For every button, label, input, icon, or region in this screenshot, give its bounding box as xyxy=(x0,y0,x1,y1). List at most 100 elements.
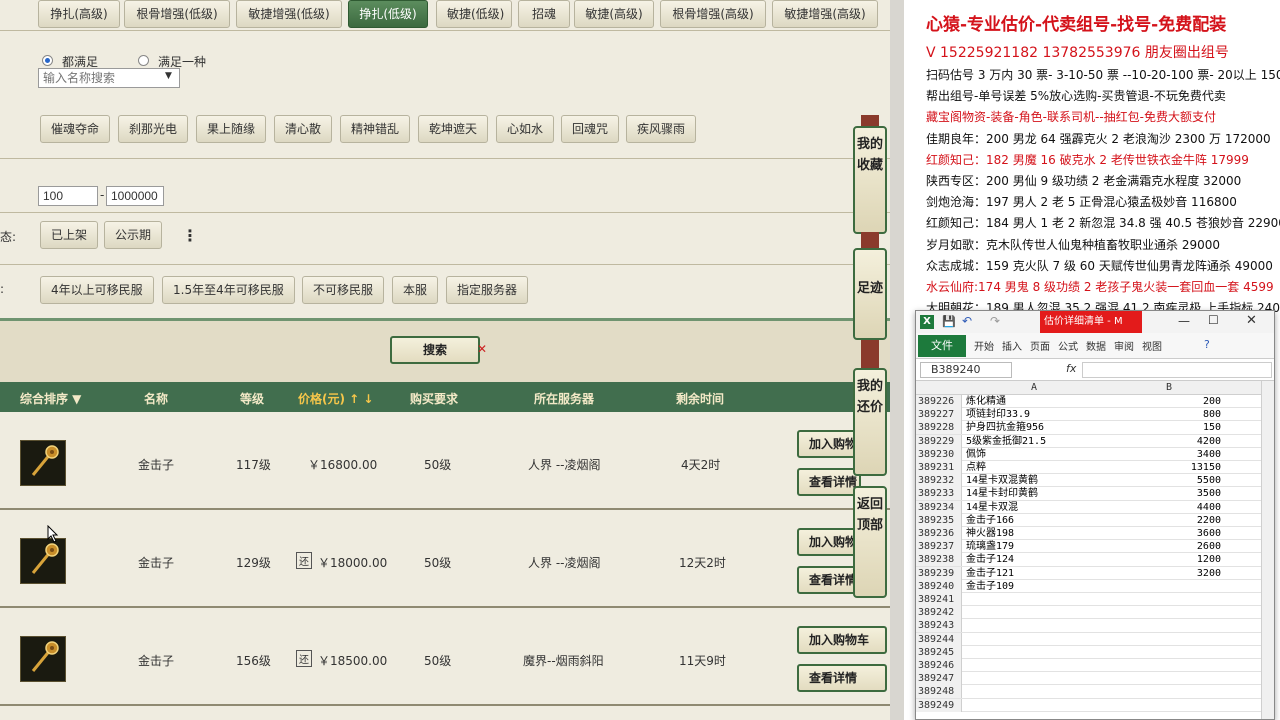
tab-agility-high[interactable]: 敏捷(高级) xyxy=(574,0,654,28)
name-box[interactable]: B389240 xyxy=(920,362,1012,378)
row-number[interactable]: 389239 xyxy=(916,566,962,580)
status-public-button[interactable]: 公示期 xyxy=(104,221,163,249)
sheet-row[interactable]: 389237 琉璃盏179 2600 xyxy=(916,540,1261,554)
sheet-row[interactable]: 389234 14星卡双混 4400 xyxy=(916,500,1261,514)
cell-b[interactable]: 150 xyxy=(1111,421,1221,434)
close-icon[interactable]: ✕ xyxy=(477,342,487,356)
row-number[interactable]: 389242 xyxy=(916,606,962,620)
add-to-cart-button[interactable]: 加入购物车 xyxy=(797,626,887,654)
price-max-input[interactable] xyxy=(106,186,164,206)
cell-a[interactable]: 金击子166 xyxy=(966,514,1108,527)
name-search-input[interactable] xyxy=(38,68,180,88)
vertical-scrollbar[interactable] xyxy=(1261,381,1274,719)
skill-btn-4[interactable]: 清心散 xyxy=(274,115,333,143)
row-number[interactable]: 389244 xyxy=(916,632,962,646)
cell-b[interactable]: 2200 xyxy=(1111,514,1221,527)
tab-soul-summon[interactable]: 招魂 xyxy=(518,0,570,28)
row-number[interactable]: 389232 xyxy=(916,474,962,488)
sheet-row[interactable]: 389245 xyxy=(916,645,1261,659)
skill-btn-2[interactable]: 刹那光电 xyxy=(118,115,189,143)
skill-btn-5[interactable]: 精神错乱 xyxy=(340,115,411,143)
sheet-row[interactable]: 389231 点粹 13150 xyxy=(916,461,1261,475)
sheet-grid[interactable]: A B 389226 炼化精通 200 389227 项链封印33.9 800 389228… xyxy=(916,381,1274,719)
sheet-row[interactable]: 389235 金击子166 2200 xyxy=(916,513,1261,527)
column-a-header[interactable]: A xyxy=(1031,382,1037,393)
row-number[interactable]: 389230 xyxy=(916,447,962,461)
skill-btn-3[interactable]: 果上随缘 xyxy=(196,115,267,143)
radio-all-match[interactable] xyxy=(42,55,53,66)
sheet-row[interactable]: 389229 5级紫金抵御21.5 4200 xyxy=(916,434,1261,448)
cell-a[interactable]: 14星卡双混黄鹤 xyxy=(966,474,1108,487)
row-number[interactable]: 389234 xyxy=(916,500,962,514)
maximize-icon[interactable]: ☐ xyxy=(1208,313,1219,327)
sheet-row[interactable]: 389242 xyxy=(916,606,1261,620)
save-icon[interactable]: 💾 xyxy=(942,315,956,328)
row-number[interactable]: 389236 xyxy=(916,527,962,540)
cell-b[interactable]: 5500 xyxy=(1111,474,1221,487)
my-bargain-button[interactable]: 我的还价 xyxy=(853,368,887,476)
view-detail-button[interactable]: 查看详情 xyxy=(797,468,861,496)
cell-b[interactable]: 3200 xyxy=(1111,567,1221,580)
cell-a[interactable]: 金击子124 xyxy=(966,553,1108,566)
item-name[interactable]: 金击子 xyxy=(138,652,174,669)
row-number[interactable]: 389245 xyxy=(916,645,962,659)
sheet-row[interactable]: 389248 xyxy=(916,685,1261,699)
skill-btn-9[interactable]: 疾风骤雨 xyxy=(626,115,697,143)
my-favorites-button[interactable]: 我的收藏 xyxy=(853,126,887,234)
cell-a[interactable]: 点粹 xyxy=(966,461,1108,474)
sheet-row[interactable]: 389249 xyxy=(916,698,1261,712)
cell-a[interactable]: 佩饰 xyxy=(966,448,1108,461)
tab-insert[interactable]: 插入 xyxy=(1002,338,1022,353)
sheet-row[interactable]: 389236 神火器198 3600 xyxy=(916,527,1261,541)
golden-staff-item-icon[interactable] xyxy=(20,636,66,682)
sheet-row[interactable]: 389241 xyxy=(916,593,1261,607)
search-button[interactable]: 搜索 xyxy=(390,336,480,364)
sheet-row[interactable]: 389227 项链封印33.9 800 xyxy=(916,408,1261,422)
sheet-row[interactable]: 389244 xyxy=(916,632,1261,646)
cell-b[interactable]: 800 xyxy=(1111,408,1221,421)
cell-b[interactable]: 13150 xyxy=(1111,461,1221,474)
view-detail-button[interactable]: 查看详情 xyxy=(797,664,887,692)
sheet-row[interactable]: 389238 金击子124 1200 xyxy=(916,553,1261,567)
radio-any-match[interactable] xyxy=(138,55,149,66)
sheet-row[interactable]: 389243 xyxy=(916,619,1261,633)
golden-staff-item-icon[interactable] xyxy=(20,440,66,486)
golden-staff-item-icon[interactable] xyxy=(20,538,66,584)
sheet-row[interactable]: 389240 金击子109 xyxy=(916,579,1261,593)
server-4yr-button[interactable]: 4年以上可移民服 xyxy=(40,276,154,304)
redo-icon[interactable]: ↷ xyxy=(990,314,1000,328)
help-icon[interactable]: ? xyxy=(1204,338,1210,351)
tab-struggle-low[interactable]: 挣扎(低级) xyxy=(348,0,428,28)
tab-agility-low[interactable]: 敏捷(低级) xyxy=(436,0,512,28)
row-number[interactable]: 389246 xyxy=(916,659,962,672)
sheet-row[interactable]: 389230 佩饰 3400 xyxy=(916,447,1261,461)
item-name[interactable]: 金击子 xyxy=(138,456,174,473)
cell-a[interactable]: 金击子109 xyxy=(966,580,1108,593)
skill-btn-7[interactable]: 心如水 xyxy=(496,115,555,143)
sheet-row[interactable]: 389233 14星卡封印黄鹤 3500 xyxy=(916,487,1261,501)
footprint-button[interactable]: 足迹 xyxy=(853,248,887,340)
tab-agility-enhance-low[interactable]: 敏捷增强(低级) xyxy=(236,0,342,28)
server-this-button[interactable]: 本服 xyxy=(392,276,439,304)
sort-composite-header[interactable]: 综合排序 ▼ xyxy=(20,390,81,407)
cell-a[interactable]: 炼化精通 xyxy=(966,395,1108,408)
cell-a[interactable]: 神火器198 xyxy=(966,527,1108,540)
back-to-top-button[interactable]: 返回顶部 xyxy=(853,486,887,598)
row-number[interactable]: 389228 xyxy=(916,421,962,435)
skill-btn-6[interactable]: 乾坤遮天 xyxy=(418,115,489,143)
tab-bone-enhance-low[interactable]: 根骨增强(低级) xyxy=(124,0,230,28)
tab-file[interactable]: 文件 xyxy=(918,335,966,357)
row-number[interactable]: 389235 xyxy=(916,513,962,527)
fx-icon[interactable]: fx xyxy=(1066,362,1076,375)
price-min-input[interactable] xyxy=(38,186,98,206)
cell-a[interactable]: 14星卡封印黄鹤 xyxy=(966,487,1108,500)
cell-a[interactable]: 护身四抗金箍956 xyxy=(966,421,1108,434)
row-number[interactable]: 389237 xyxy=(916,540,962,554)
row-number[interactable]: 389240 xyxy=(916,579,962,593)
server-nonmigrate-button[interactable]: 不可移民服 xyxy=(302,276,385,304)
row-number[interactable]: 389238 xyxy=(916,553,962,567)
tab-formula[interactable]: 公式 xyxy=(1058,338,1078,353)
item-name[interactable]: 金击子 xyxy=(138,554,174,571)
cell-b[interactable]: 4200 xyxy=(1111,435,1221,448)
row-number[interactable]: 389231 xyxy=(916,461,962,474)
